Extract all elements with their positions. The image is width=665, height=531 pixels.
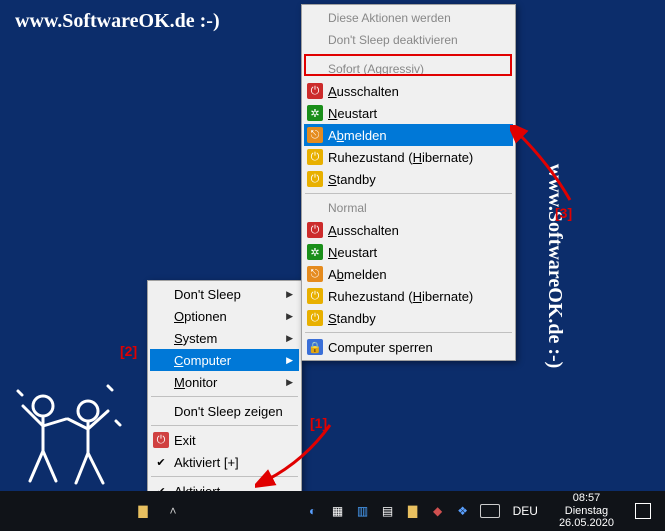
menu-separator — [305, 54, 512, 55]
menu-label-rest: ptionen — [184, 309, 227, 324]
menu-label: C — [174, 353, 183, 368]
menu-label: Computer sperren — [328, 340, 433, 355]
watermark-top: www.SoftwareOK.de :-) — [15, 10, 220, 33]
submenu-restart-aggr[interactable]: ✲ Neustart — [304, 102, 513, 124]
keyboard-icon[interactable] — [480, 504, 500, 518]
clock-day: Dienstag — [559, 505, 614, 518]
annotation-2: [2] — [120, 343, 137, 359]
menu-label: Neustart — [328, 106, 377, 121]
clock-date: 26.05.2020 — [559, 517, 614, 530]
menu-show-dontsleep[interactable]: Don't Sleep zeigen — [150, 400, 299, 422]
action-center-icon[interactable] — [635, 503, 651, 519]
restart-icon: ✲ — [307, 244, 323, 260]
menu-separator — [305, 332, 512, 333]
menu-label: Ausschalten — [328, 223, 399, 238]
menu-label-rest: ystem — [183, 331, 218, 346]
power-icon: ⏻ — [307, 83, 323, 99]
taskbar-left: ▇ ˄ — [0, 503, 181, 519]
submenu-lock[interactable]: 🔒 Computer sperren — [304, 336, 513, 358]
menu-label: Neustart — [328, 245, 377, 260]
logoff-icon: ⎋ — [307, 266, 323, 282]
menu-separator — [305, 193, 512, 194]
menu-activated-plus[interactable]: ✔ Aktiviert [+] — [150, 451, 299, 473]
exit-icon: ⏻ — [153, 432, 169, 448]
power-icon: ⏻ — [307, 222, 323, 238]
submenu-hibernate-aggr[interactable]: ⏻ Ruhezustand (Hibernate) — [304, 146, 513, 168]
system-tray: ◐ ▦ ▥ ▤ ▇ ◆ ❖ DEU 08:57 Dienstag 26.05.2… — [305, 492, 665, 530]
tray-app-icon[interactable]: ▤ — [380, 503, 396, 519]
tray-app-icon[interactable]: ▇ — [405, 503, 421, 519]
tray-context-menu: Don't Sleep Optionen System Computer Mon… — [147, 280, 302, 505]
submenu-standby[interactable]: ⏻ Standby — [304, 307, 513, 329]
language-indicator[interactable]: DEU — [509, 504, 542, 518]
tray-app-icon[interactable]: ▥ — [355, 503, 371, 519]
menu-label: Exit — [174, 433, 196, 448]
submenu-restart[interactable]: ✲ Neustart — [304, 241, 513, 263]
annotation-1: [1] — [310, 415, 327, 431]
submenu-header-aggressive: Sofort (Aggressiv) — [304, 58, 513, 80]
submenu-disabled-note: Diese Aktionen werden — [304, 7, 513, 29]
menu-separator — [151, 476, 298, 477]
menu-separator — [151, 396, 298, 397]
menu-label: Ausschalten — [328, 84, 399, 99]
tray-app-icon[interactable]: ◐ — [305, 503, 321, 519]
menu-label: O — [174, 309, 184, 324]
menu-label: Ruhezustand (Hibernate) — [328, 150, 473, 165]
menu-label: Ruhezustand (Hibernate) — [328, 289, 473, 304]
clock-time: 08:57 — [559, 492, 614, 505]
menu-options[interactable]: Optionen — [150, 305, 299, 327]
tray-app-icon[interactable]: ▦ — [330, 503, 346, 519]
standby-icon: ⏻ — [307, 310, 323, 326]
hibernate-icon: ⏻ — [307, 288, 323, 304]
annotation-3: [3] — [555, 205, 572, 221]
menu-label: S — [174, 331, 183, 346]
taskbar-chevron-up-icon[interactable]: ˄ — [165, 503, 181, 519]
taskbar: ▇ ˄ ◐ ▦ ▥ ▤ ▇ ◆ ❖ DEU 08:57 Dienstag 26.… — [0, 491, 665, 531]
standby-icon: ⏻ — [307, 171, 323, 187]
menu-separator — [151, 425, 298, 426]
tray-app-icon[interactable]: ◆ — [430, 503, 446, 519]
hibernate-icon: ⏻ — [307, 149, 323, 165]
menu-system[interactable]: System — [150, 327, 299, 349]
menu-label: Standby — [328, 311, 376, 326]
menu-computer[interactable]: Computer — [150, 349, 299, 371]
taskbar-explorer-icon[interactable]: ▇ — [135, 503, 151, 519]
menu-label: M — [174, 375, 185, 390]
menu-label-rest: onitor — [185, 375, 218, 390]
submenu-logoff[interactable]: ⎋ Abmelden — [304, 263, 513, 285]
submenu-disabled-note: Don't Sleep deaktivieren — [304, 29, 513, 51]
submenu-hibernate[interactable]: ⏻ Ruhezustand (Hibernate) — [304, 285, 513, 307]
stickfigure-art — [8, 371, 128, 491]
menu-label: Don't Sleep — [174, 287, 241, 302]
submenu-shutdown-aggr[interactable]: ⏻ Ausschalten — [304, 80, 513, 102]
menu-exit[interactable]: ⏻ Exit — [150, 429, 299, 451]
menu-label-rest: omputer — [183, 353, 231, 368]
menu-dontsleep[interactable]: Don't Sleep — [150, 283, 299, 305]
submenu-logoff-aggr[interactable]: ⎋ Abmelden — [304, 124, 513, 146]
menu-label: Abmelden — [328, 128, 387, 143]
watermark-right: www.SoftwareOK.de :-) — [543, 163, 566, 368]
lock-icon: 🔒 — [307, 339, 323, 355]
menu-monitor[interactable]: Monitor — [150, 371, 299, 393]
submenu-header-normal: Normal — [304, 197, 513, 219]
computer-submenu: Diese Aktionen werden Don't Sleep deakti… — [301, 4, 516, 361]
logoff-icon: ⎋ — [307, 127, 323, 143]
restart-icon: ✲ — [307, 105, 323, 121]
taskbar-clock[interactable]: 08:57 Dienstag 26.05.2020 — [551, 492, 622, 530]
menu-label: Don't Sleep zeigen — [174, 404, 283, 419]
menu-label: Abmelden — [328, 267, 387, 282]
menu-label: Aktiviert [+] — [174, 455, 239, 470]
check-icon: ✔ — [153, 454, 169, 470]
submenu-standby-aggr[interactable]: ⏻ Standby — [304, 168, 513, 190]
tray-app-icon[interactable]: ❖ — [455, 503, 471, 519]
submenu-shutdown[interactable]: ⏻ Ausschalten — [304, 219, 513, 241]
menu-label: Standby — [328, 172, 376, 187]
